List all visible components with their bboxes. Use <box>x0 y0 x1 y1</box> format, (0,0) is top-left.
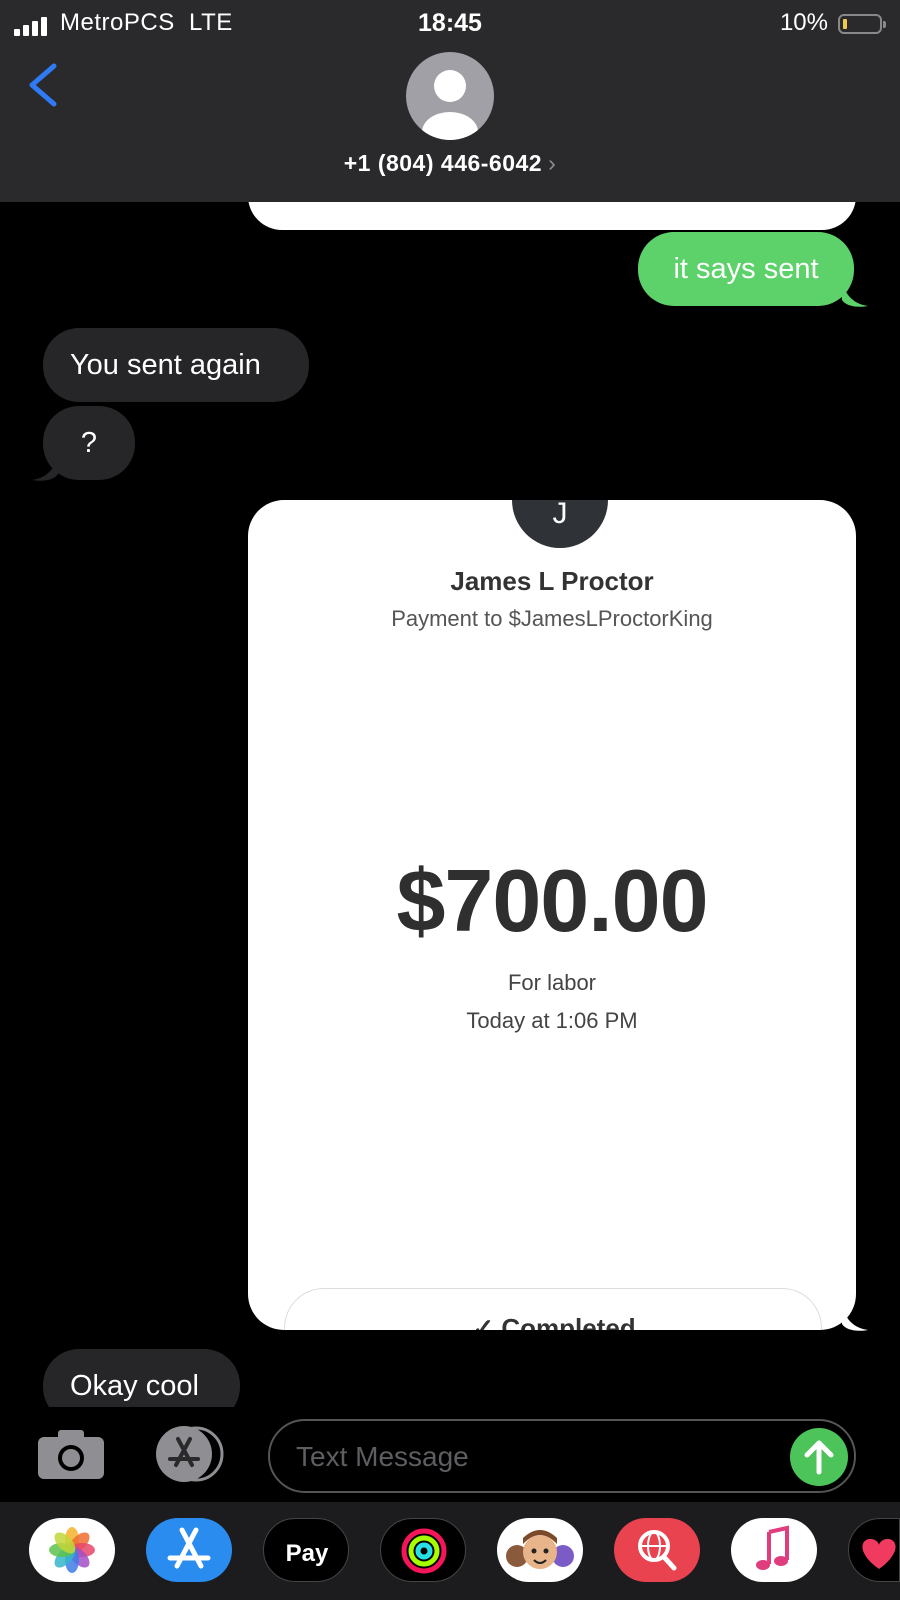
sent-message[interactable]: it says sent <box>638 232 854 306</box>
back-button[interactable] <box>24 60 64 110</box>
music-note-icon <box>756 1525 789 1570</box>
payment-recipient: Payment to $JamesLProctorKing <box>391 606 713 631</box>
payee-avatar: J <box>512 500 608 548</box>
status-bar: MetroPCS LTE 18:45 10% <box>0 6 900 42</box>
svg-text:Pay: Pay <box>286 1540 329 1567</box>
activity-rings-icon <box>401 1528 447 1574</box>
memoji-app[interactable] <box>497 1518 583 1582</box>
apps-button[interactable] <box>152 1425 228 1483</box>
compose-bar <box>0 1407 900 1502</box>
heart-icon <box>862 1538 896 1569</box>
message-field[interactable] <box>268 1419 856 1493</box>
payment-card[interactable]: J James L Proctor Payment to $JamesLProc… <box>248 500 856 1330</box>
previous-attachment[interactable] <box>248 202 856 230</box>
contact-name[interactable]: +1 (804) 446-6042 › <box>0 150 900 177</box>
message-input[interactable] <box>294 1431 768 1483</box>
camera-icon <box>38 1430 104 1479</box>
app-store-icon <box>167 1527 211 1569</box>
payee-initial: J <box>552 500 568 530</box>
app-drawer: Pay <box>0 1502 900 1600</box>
digital-touch-app[interactable] <box>848 1518 900 1582</box>
contact-avatar[interactable] <box>406 52 494 140</box>
app-store-app[interactable] <box>146 1518 232 1582</box>
camera-button[interactable] <box>36 1427 106 1481</box>
person-icon <box>422 70 478 140</box>
chevron-right-icon: › <box>548 150 557 176</box>
clock: 18:45 <box>418 9 482 37</box>
bubble-tail <box>842 1306 868 1331</box>
payee-name: James L Proctor <box>450 566 654 596</box>
photos-app[interactable] <box>29 1518 115 1582</box>
photos-icon <box>49 1527 95 1573</box>
received-message[interactable]: You sent again <box>43 328 309 402</box>
battery-percentage: 10% <box>779 9 828 36</box>
contact-number: +1 (804) 446-6042 <box>343 150 543 176</box>
app-store-icon <box>156 1426 224 1482</box>
payment-time: Today at 1:06 PM <box>466 1008 638 1033</box>
image-search-app[interactable] <box>614 1518 700 1582</box>
apple-pay-icon: Pay <box>286 1540 329 1567</box>
payment-amount: $700.00 <box>396 851 708 950</box>
message-list[interactable]: it says sent You sent again ? J James L … <box>0 202 900 1407</box>
memoji-icon <box>506 1530 574 1569</box>
music-app[interactable] <box>731 1518 817 1582</box>
apple-pay-app[interactable]: Pay <box>263 1518 349 1582</box>
conversation-header: MetroPCS LTE 18:45 10% +1 (804) 446-6042… <box>0 0 900 202</box>
completed-status-badge: ✓ Completed <box>284 1288 822 1330</box>
payment-memo: For labor <box>507 970 597 995</box>
send-button[interactable] <box>790 1428 848 1486</box>
chevron-left-icon <box>29 63 57 107</box>
bubble-tail <box>842 282 868 307</box>
battery-icon <box>838 14 886 34</box>
globe-search-icon <box>638 1530 677 1571</box>
arrow-up-icon <box>804 1440 834 1475</box>
completed-label: ✓ Completed <box>472 1313 636 1330</box>
activity-app[interactable] <box>380 1518 466 1582</box>
received-message[interactable]: Okay cool <box>43 1349 240 1407</box>
bubble-tail <box>32 456 58 481</box>
